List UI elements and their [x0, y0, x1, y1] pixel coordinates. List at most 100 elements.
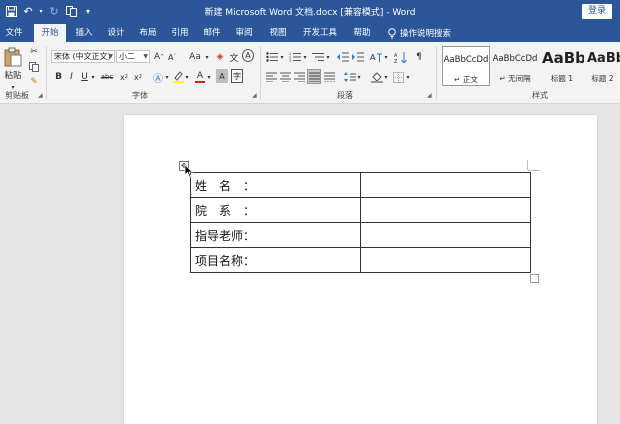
distributed-icon[interactable] [323, 70, 336, 84]
line-spacing-icon[interactable] [343, 70, 356, 84]
font-name-combo[interactable]: 宋体 (中文正文) ▼ [51, 50, 115, 63]
show-marks-icon[interactable]: ¶ [413, 50, 425, 64]
chevron-down-icon[interactable]: ▾ [383, 70, 389, 84]
character-shading-button[interactable]: A [216, 69, 228, 83]
align-right-icon[interactable] [293, 70, 306, 84]
info-table[interactable]: 姓 名 ： 院 系 ： 指导老师： 项目名称： [190, 172, 531, 273]
chinese-layout-icon[interactable]: A [369, 50, 383, 64]
table-cell-project-value[interactable] [360, 247, 531, 273]
style-no-spacing[interactable]: AaBbCcDd ↵ 无间隔 [491, 46, 539, 86]
multilevel-list-icon[interactable] [311, 50, 325, 64]
chevron-down-icon[interactable]: ▾ [325, 50, 331, 64]
tab-layout[interactable]: 布局 [134, 24, 162, 42]
lightbulb-icon [388, 27, 396, 38]
table-row: 指导老师： [190, 222, 531, 248]
clear-formatting-icon[interactable]: ◈ [214, 50, 226, 64]
chevron-down-icon[interactable]: ▾ [279, 50, 285, 64]
clipboard-launcher-icon[interactable]: ◢ [38, 92, 43, 99]
font-color-button[interactable]: A [194, 70, 206, 84]
bold-button[interactable]: B [53, 70, 64, 84]
style-heading-1[interactable]: AaBb 标题 1 [540, 46, 584, 86]
table-cell-advisor-label[interactable]: 指导老师： [190, 222, 361, 248]
numbering-icon[interactable]: 123 [288, 50, 302, 64]
tab-file[interactable]: 文件 [0, 24, 28, 42]
svg-text:A: A [370, 53, 376, 62]
table-cell-department-value[interactable] [360, 197, 531, 223]
grow-font-button[interactable]: A ^ [153, 50, 165, 64]
table-row: 院 系 ： [190, 197, 531, 223]
style-label: ↵ 正文 [454, 75, 478, 84]
paragraph-launcher-icon[interactable]: ◢ [427, 92, 432, 99]
character-border-button[interactable]: 字 [231, 69, 243, 83]
table-cell-project-label[interactable]: 项目名称： [190, 247, 361, 273]
font-color-label: A [196, 70, 204, 81]
tab-developer[interactable]: 开发工具 [300, 24, 340, 42]
table-cell-advisor-value[interactable] [360, 222, 531, 248]
font-name-value: 宋体 (中文正文) [54, 52, 111, 61]
shrink-font-button[interactable]: Aˇ [166, 50, 178, 64]
sort-icon[interactable]: AZ [393, 50, 409, 64]
style-heading-2[interactable]: AaBb 标题 2 [585, 46, 620, 86]
chevron-down-icon[interactable]: ▾ [405, 70, 411, 84]
chevron-down-icon[interactable]: ▾ [164, 70, 170, 84]
tab-home[interactable]: 开始 [34, 24, 66, 42]
style-normal[interactable]: AaBbCcDd ↵ 正文 [442, 46, 490, 86]
table-cell-department-label[interactable]: 院 系 ： [190, 197, 361, 223]
style-label: 标题 2 [591, 74, 614, 83]
tab-view[interactable]: 视图 [264, 24, 292, 42]
copy-icon[interactable] [28, 60, 40, 74]
tab-mailings[interactable]: 邮件 [198, 24, 226, 42]
tab-review[interactable]: 审阅 [230, 24, 258, 42]
tab-insert[interactable]: 插入 [70, 24, 98, 42]
chevron-down-icon[interactable]: ▾ [206, 70, 212, 84]
chevron-down-icon: ▼ [143, 53, 148, 60]
tab-references[interactable]: 引用 [166, 24, 194, 42]
enclose-characters-button[interactable]: A [242, 49, 254, 62]
tab-design[interactable]: 设计 [102, 24, 130, 42]
phonetic-guide-button[interactable]: 文 [228, 50, 240, 64]
chevron-down-icon[interactable]: ▾ [204, 50, 210, 64]
highlight-icon[interactable] [172, 70, 184, 84]
align-left-icon[interactable] [265, 70, 278, 84]
font-group-label: 字体 [132, 91, 148, 100]
bullets-icon[interactable] [265, 50, 279, 64]
strikethrough-button[interactable]: abc [99, 70, 115, 84]
title-bar: ↶ ▾ ↻ ▾ 新建 Microsoft Word 文档.docx [兼容模式]… [0, 0, 620, 24]
tell-me-search[interactable]: 操作说明搜索 [388, 27, 451, 39]
subscript-button[interactable]: x2 [118, 70, 130, 84]
table-cell-name-value[interactable] [360, 172, 531, 198]
borders-icon[interactable] [392, 70, 405, 84]
chevron-down-icon[interactable]: ▾ [383, 50, 389, 64]
table-cell-name-label[interactable]: 姓 名 ： [190, 172, 361, 198]
justify-icon[interactable] [307, 69, 321, 84]
underline-button[interactable]: U [79, 70, 90, 84]
paste-icon[interactable] [3, 46, 23, 68]
superscript-button[interactable]: x2 [132, 70, 144, 84]
table-resize-handle[interactable] [530, 274, 539, 283]
cut-icon[interactable]: ✂ [28, 45, 40, 59]
chevron-down-icon[interactable]: ▾ [184, 70, 190, 84]
chevron-down-icon[interactable]: ▾ [302, 50, 308, 64]
align-center-icon[interactable] [279, 70, 292, 84]
decrease-indent-icon[interactable] [336, 50, 349, 64]
text-effects-icon[interactable]: Ⓐ [152, 70, 164, 85]
change-case-button[interactable]: Aa [186, 50, 204, 64]
format-painter-icon[interactable]: ✎ [28, 75, 40, 89]
login-button[interactable]: 登录 [582, 4, 612, 19]
style-sample: AaBb [542, 49, 584, 67]
tab-help[interactable]: 帮助 [348, 24, 376, 42]
italic-button[interactable]: I [66, 70, 77, 84]
margin-corner-mark [527, 160, 528, 170]
table-row: 项目名称： [190, 247, 531, 273]
style-sample: AaBbCcDd [492, 54, 538, 64]
chevron-down-icon[interactable]: ▾ [356, 70, 362, 84]
svg-text:3: 3 [289, 59, 291, 62]
font-size-combo[interactable]: 小二 ▼ [116, 50, 150, 63]
font-launcher-icon[interactable]: ◢ [252, 92, 257, 99]
increase-indent-icon[interactable] [351, 50, 364, 64]
chevron-down-icon[interactable]: ▾ [90, 70, 96, 84]
shading-icon[interactable] [370, 70, 383, 84]
tell-me-label: 操作说明搜索 [400, 29, 452, 39]
clipboard-group-label: 剪贴板 [5, 91, 29, 100]
style-label: 标题 1 [550, 74, 574, 83]
